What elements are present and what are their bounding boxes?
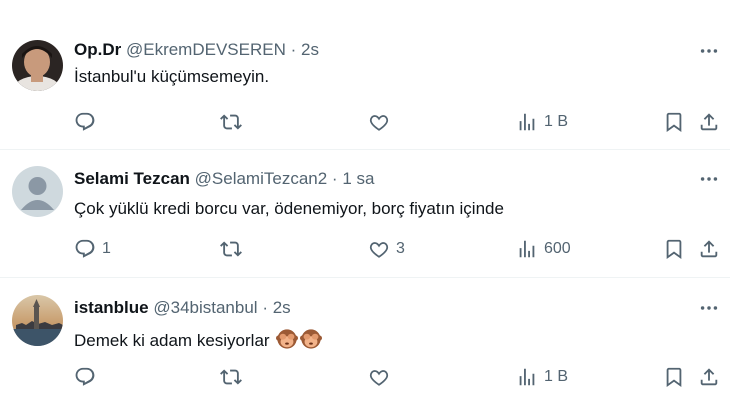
separator-dot: · [290, 40, 297, 59]
retweet-icon [220, 369, 242, 385]
share-button[interactable] [698, 237, 720, 261]
more-dots-icon[interactable] [698, 168, 720, 190]
share-icon [700, 368, 718, 386]
bookmark-button[interactable] [663, 237, 685, 261]
more-dots-icon[interactable] [698, 40, 720, 62]
retweet-icon [220, 241, 242, 257]
tweet-text: Çok yüklü kredi borcu var, ödenemiyor, b… [74, 199, 504, 218]
like-button[interactable]: 3 [368, 237, 405, 261]
retweet-button[interactable] [220, 110, 248, 134]
bookmark-button[interactable] [663, 110, 685, 134]
timestamp[interactable]: 1 sa [342, 169, 374, 188]
see-no-evil-monkey-emoji [300, 329, 323, 349]
like-button[interactable] [368, 110, 396, 134]
tweet-text: İstanbul'u küçümsemeyin. [74, 67, 270, 86]
views-button[interactable]: 1 B [516, 110, 568, 134]
separator-dot: · [331, 169, 338, 188]
retweet-icon [220, 114, 242, 130]
reply-count: 1 [102, 240, 111, 257]
reply-icon [75, 112, 95, 131]
share-icon [700, 113, 718, 131]
tweet-header: Op.Dr @EkremDEVSEREN · 2s [74, 40, 319, 60]
views-icon [519, 113, 535, 131]
like-button[interactable] [368, 365, 396, 389]
share-button[interactable] [698, 365, 720, 389]
tweet[interactable]: istanblue @34bistanbul · 2s Demek ki ada… [0, 278, 730, 420]
reply-icon [75, 367, 95, 386]
tweet-header: istanblue @34bistanbul · 2s [74, 298, 291, 318]
like-count: 3 [396, 240, 405, 257]
bookmark-icon [666, 367, 682, 388]
view-count: 600 [544, 240, 571, 257]
views-icon [519, 368, 535, 386]
display-name[interactable]: Op.Dr [74, 40, 121, 59]
user-handle[interactable]: @SelamiTezcan2 [195, 169, 328, 188]
reply-button[interactable] [74, 110, 102, 134]
avatar[interactable] [12, 166, 63, 217]
tweet-actions: 1 B [74, 110, 724, 134]
tweet-header: Selami Tezcan @SelamiTezcan2 · 1 sa [74, 169, 374, 189]
more-dots-icon[interactable] [698, 297, 720, 319]
tweet-text-container: Demek ki adam kesiyorlar [74, 328, 323, 351]
tweet-actions: 1 B [74, 365, 724, 389]
bookmark-icon [666, 112, 682, 133]
timestamp[interactable]: 2s [301, 40, 319, 59]
user-handle[interactable]: @34bistanbul [153, 298, 257, 317]
user-handle[interactable]: @EkremDEVSEREN [126, 40, 286, 59]
tweet[interactable]: Selami Tezcan @SelamiTezcan2 · 1 sa Çok … [0, 150, 730, 278]
timestamp[interactable]: 2s [273, 298, 291, 317]
tweet-feed: Op.Dr @EkremDEVSEREN · 2s İstanbul'u küç… [0, 0, 730, 420]
bookmark-button[interactable] [663, 365, 685, 389]
bookmark-icon [666, 239, 682, 260]
heart-icon [369, 115, 389, 131]
reply-icon [75, 239, 95, 258]
separator-dot: · [262, 298, 268, 317]
avatar[interactable] [12, 40, 63, 91]
retweet-button[interactable] [220, 237, 248, 261]
display-name[interactable]: istanblue [74, 298, 149, 317]
views-button[interactable]: 1 B [516, 365, 568, 389]
views-icon [519, 240, 535, 258]
display-name[interactable]: Selami Tezcan [74, 169, 190, 188]
retweet-button[interactable] [220, 365, 248, 389]
see-no-evil-monkey-emoji [276, 329, 299, 349]
tweet[interactable]: Op.Dr @EkremDEVSEREN · 2s İstanbul'u küç… [0, 0, 730, 150]
reply-button[interactable]: 1 [74, 237, 111, 261]
share-button[interactable] [698, 110, 720, 134]
avatar[interactable] [12, 295, 63, 346]
view-count: 1 B [544, 368, 569, 385]
share-icon [700, 240, 718, 258]
views-button[interactable]: 600 [516, 237, 571, 261]
heart-icon [369, 242, 389, 258]
heart-icon [369, 370, 389, 386]
reply-button[interactable] [74, 365, 102, 389]
tweet-text: Demek ki adam kesiyorlar [74, 331, 270, 350]
view-count: 1 B [544, 113, 569, 130]
tweet-actions: 1 3 600 [74, 237, 724, 261]
